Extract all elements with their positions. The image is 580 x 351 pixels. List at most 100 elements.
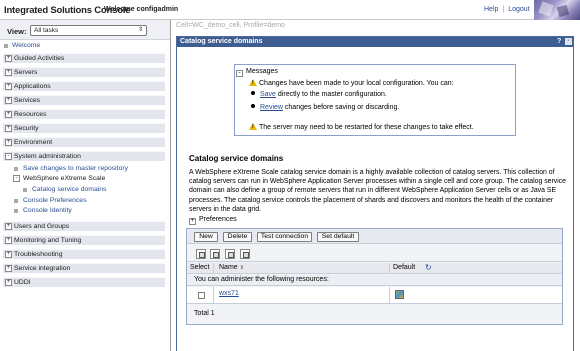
message-text: directly to the master configuration.: [275, 91, 387, 98]
deselect-all-icon[interactable]: [210, 249, 220, 259]
section-description: A WebSphere eXtreme Scale catalog servic…: [189, 169, 567, 213]
preferences-toggle[interactable]: + Preferences: [189, 216, 237, 225]
nav-label: System administration: [14, 153, 81, 160]
expand-icon[interactable]: +: [5, 83, 12, 90]
nav-cat-services[interactable]: + Services: [3, 95, 165, 105]
nav-catalog-service-domains[interactable]: Catalog service domains: [3, 185, 165, 195]
expand-icon[interactable]: +: [5, 125, 12, 132]
cell-profile-line: Cell=WC_demo_cell, Profile=demo: [176, 22, 285, 29]
bullet-icon: [14, 209, 18, 213]
messages-header[interactable]: - Messages: [236, 68, 278, 77]
expand-icon[interactable]: +: [5, 111, 12, 118]
new-button[interactable]: New: [194, 232, 218, 242]
expand-icon[interactable]: +: [5, 55, 12, 62]
save-link[interactable]: Save: [260, 91, 276, 98]
admin-note: You can administer the following resourc…: [194, 276, 329, 283]
nav-label: Console Preferences: [23, 197, 87, 204]
expand-icon[interactable]: +: [5, 223, 12, 230]
nav-welcome-label: Welcome: [12, 42, 41, 49]
select-arrows-icon: ⇕: [137, 27, 144, 33]
message-save: Save directly to the master configuratio…: [251, 91, 387, 98]
nav-welcome[interactable]: Welcome: [3, 41, 165, 51]
table-total: Total 1: [194, 310, 215, 317]
clear-filter-icon[interactable]: [240, 249, 250, 259]
panel-header: Catalog service domains ? -: [177, 37, 573, 47]
logout-link[interactable]: Logout: [508, 6, 529, 13]
help-icon[interactable]: ?: [557, 38, 561, 45]
collapse-icon[interactable]: -: [5, 153, 12, 160]
minimize-icon[interactable]: -: [565, 38, 572, 45]
expand-icon[interactable]: +: [189, 218, 196, 225]
expand-icon[interactable]: +: [5, 251, 12, 258]
message-changes: Changes have been made to your local con…: [249, 79, 454, 87]
column-divider: [213, 263, 214, 274]
nav-console-identity[interactable]: Console Identity: [3, 206, 165, 216]
left-navigation: View: All tasks ⇕ Welcome + Guided Activi…: [0, 20, 171, 351]
message-text: Changes have been made to your local con…: [259, 80, 454, 87]
warning-icon: [249, 123, 257, 130]
nav-cat-service-integration[interactable]: + Service integration: [3, 263, 165, 273]
table-row: wxs71: [187, 287, 562, 304]
row-name-link[interactable]: wxs71: [219, 290, 239, 297]
nav-websphere-extreme-scale[interactable]: - WebSphere eXtreme Scale: [3, 174, 165, 184]
expand-icon[interactable]: +: [5, 279, 12, 286]
row-select-checkbox[interactable]: [198, 292, 205, 299]
select-all-icon[interactable]: [196, 249, 206, 259]
nav-cat-system-administration[interactable]: - System administration: [3, 151, 165, 161]
help-link[interactable]: Help: [484, 6, 498, 13]
col-name[interactable]: Name ⇕: [219, 264, 244, 271]
nav-cat-monitoring-and-tuning[interactable]: + Monitoring and Tuning: [3, 235, 165, 245]
collapse-icon[interactable]: -: [13, 175, 20, 182]
nav-label: Guided Activities: [14, 55, 65, 62]
nav-cat-servers[interactable]: + Servers: [3, 67, 165, 77]
show-filter-icon[interactable]: [225, 249, 235, 259]
message-restart: The server may need to be restarted for …: [249, 123, 474, 131]
top-banner: Integrated Solutions Console Welcome con…: [0, 0, 580, 20]
bullet-icon: [251, 104, 255, 108]
set-default-button[interactable]: Set default: [317, 232, 359, 242]
nav-console-preferences[interactable]: Console Preferences: [3, 196, 165, 206]
nav-cat-troubleshooting[interactable]: + Troubleshooting: [3, 249, 165, 259]
nav-label: Catalog service domains: [32, 186, 107, 193]
warning-icon: [249, 79, 257, 86]
messages-box: -Messages Changes have been made to your…: [234, 64, 516, 136]
nav-save-changes[interactable]: Save changes to master repository: [3, 164, 165, 174]
button-toolbar: New Delete Test connection Set default: [187, 229, 562, 244]
refresh-icon[interactable]: ↻: [425, 263, 432, 272]
nav-label: Save changes to master repository: [23, 165, 129, 172]
link-separator: |: [502, 6, 505, 13]
column-divider: [389, 263, 390, 274]
admin-note-row: You can administer the following resourc…: [187, 275, 562, 286]
column-divider: [213, 287, 214, 304]
nav-cat-environment[interactable]: + Environment: [3, 137, 165, 147]
expand-icon[interactable]: +: [5, 69, 12, 76]
delete-button[interactable]: Delete: [223, 232, 252, 242]
nav-cat-users-and-groups[interactable]: + Users and Groups: [3, 221, 165, 231]
collapse-icon[interactable]: -: [236, 70, 243, 77]
expand-icon[interactable]: +: [5, 265, 12, 272]
review-link[interactable]: Review: [260, 104, 283, 111]
view-select[interactable]: All tasks ⇕: [30, 25, 147, 36]
nav-label: Security: [14, 125, 39, 132]
nav-label: Monitoring and Tuning: [14, 237, 82, 244]
bullet-icon: [4, 44, 8, 48]
expand-icon[interactable]: +: [5, 97, 12, 104]
nav-label: Troubleshooting: [14, 251, 63, 258]
preferences-label: Preferences: [199, 216, 237, 223]
sort-icon[interactable]: ⇕: [240, 265, 244, 271]
test-connection-button[interactable]: Test connection: [257, 232, 312, 242]
nav-cat-security[interactable]: + Security: [3, 123, 165, 133]
nav-cat-uddi[interactable]: + UDDI: [3, 277, 165, 287]
nav-label: WebSphere eXtreme Scale: [23, 175, 106, 182]
column-divider: [389, 287, 390, 304]
expand-icon[interactable]: +: [5, 139, 12, 146]
brand-cubes-logo: [534, 0, 580, 20]
nav-cat-applications[interactable]: + Applications: [3, 81, 165, 91]
col-name-label: Name: [219, 264, 238, 271]
expand-icon[interactable]: +: [5, 237, 12, 244]
view-label: View:: [7, 27, 27, 36]
nav-cat-resources[interactable]: + Resources: [3, 109, 165, 119]
catalog-panel: Catalog service domains ? - -Messages Ch…: [176, 36, 574, 351]
nav-cat-guided-activities[interactable]: + Guided Activities: [3, 53, 165, 63]
panel-title: Catalog service domains: [180, 38, 263, 45]
